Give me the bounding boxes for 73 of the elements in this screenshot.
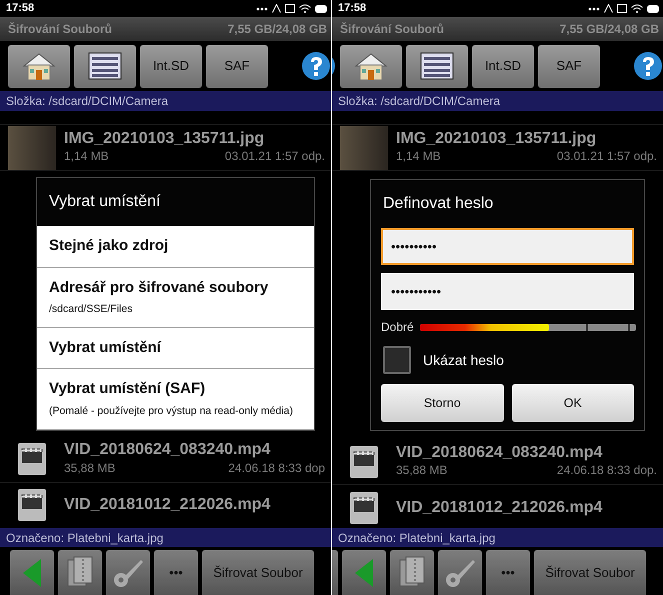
file-name[interactable]: VID_20181012_212026.mp4 (396, 498, 657, 516)
dialog-title: Definovat heslo (382, 194, 494, 214)
archive-icon (65, 556, 95, 590)
wifi-icon (299, 4, 311, 13)
app-title: Šifrování Souborů (340, 21, 444, 38)
file-size: 1,14 MB (396, 148, 441, 166)
toolbar-button[interactable]: Int.SD (140, 44, 202, 88)
back-button[interactable] (342, 550, 386, 595)
list-button[interactable] (406, 44, 468, 88)
selected-file-label: Označeno: Platebni_karta.jpg (0, 528, 331, 547)
checkbox-label: Ukázat heslo (423, 350, 504, 370)
photo-placeholder (8, 126, 56, 170)
file-date: 24.06.18 8:33 dop. (556, 462, 657, 480)
file-size: 35,88 MB (64, 460, 116, 477)
status-time: 17:58 (6, 1, 34, 16)
file-name[interactable]: VID_20180624_083240.mp4 (396, 444, 657, 462)
wifi-icon (631, 4, 643, 13)
home-icon (353, 51, 389, 81)
file-date: 03.01.21 1:57 odp. (556, 148, 657, 166)
password-field[interactable]: •••••••••• (381, 228, 634, 265)
menu-item[interactable]: Stejné jako zdroj (37, 226, 314, 268)
menu-item-title: Adresář pro šifrované soubory (49, 278, 270, 298)
battery-icon (647, 4, 659, 12)
more-notifications-icon (588, 6, 600, 10)
archive-button[interactable] (58, 550, 102, 595)
file-name[interactable]: IMG_20210103_135711.jpg (64, 130, 325, 148)
home-icon (21, 51, 57, 81)
file-size: 1,14 MB (64, 148, 109, 166)
menu-item[interactable]: Adresář pro šifrované soubory /sdcard/SSE/Files (37, 268, 314, 328)
home-button[interactable] (8, 44, 70, 88)
home-button[interactable] (340, 44, 402, 88)
file-size: 35,88 MB (396, 462, 448, 480)
menu-item-subtitle: (Pomalé - používejte pro výstup na read-only média) (49, 404, 294, 419)
archive-button[interactable] (390, 550, 434, 595)
menu-item[interactable]: Vybrat umístění (37, 328, 314, 370)
folder-path: Složka: /sdcard/DCIM/Camera (332, 91, 663, 111)
archive-icon (397, 556, 427, 590)
file-date: 24.06.18 8:33 dop (228, 460, 325, 477)
password-field[interactable]: ••••••••••• (381, 273, 634, 310)
key-button[interactable] (106, 550, 150, 595)
list-icon (420, 52, 454, 80)
folder-path: Složka: /sdcard/DCIM/Camera (0, 91, 331, 111)
dialog-button[interactable]: OK (512, 384, 634, 422)
toolbar-button[interactable]: Int.SD (472, 44, 534, 88)
menu-item-title: Vybrat umístění (SAF) (49, 379, 206, 400)
menu-item-title: Vybrat umístění (49, 338, 162, 358)
menu-item[interactable]: Vybrat umístění (SAF) (Pomalé - používejte pro výstup na read-only média) (37, 369, 314, 430)
menu-item-title: Stejné jako zdroj (49, 236, 170, 256)
more-notifications-icon (256, 6, 268, 10)
list-button[interactable] (74, 44, 136, 88)
dialog-button[interactable]: Storno (381, 384, 504, 422)
menu-item-subtitle: /sdcard/SSE/Files (49, 302, 134, 317)
back-button[interactable] (10, 550, 54, 595)
status-time: 17:58 (338, 1, 366, 16)
storage-usage: 7,55 GB/24,08 GB (560, 21, 659, 38)
list-icon (88, 52, 122, 80)
selected-file-label: Označeno: Platebni_karta.jpg (332, 528, 663, 547)
battery-icon (315, 4, 327, 12)
file-name[interactable]: VID_20180624_083240.mp4 (64, 441, 325, 459)
app-title: Šifrování Souborů (8, 21, 112, 38)
dialog-title: Vybrat umístění (48, 192, 162, 212)
file-name[interactable]: IMG_20210103_135711.jpg (396, 130, 657, 148)
file-name[interactable]: VID_20181012_212026.mp4 (64, 496, 325, 514)
file-date: 03.01.21 1:57 odp. (224, 148, 325, 166)
strength-label: Dobré (381, 319, 414, 336)
back-arrow-icon (354, 558, 374, 588)
storage-usage: 7,55 GB/24,08 GB (228, 21, 327, 38)
toolbar-button[interactable]: SAF (538, 44, 600, 88)
photo-placeholder (340, 126, 388, 170)
back-arrow-icon (22, 558, 42, 588)
toolbar-button[interactable]: SAF (206, 44, 268, 88)
key-button[interactable] (438, 550, 482, 595)
checkbox[interactable] (383, 346, 411, 374)
